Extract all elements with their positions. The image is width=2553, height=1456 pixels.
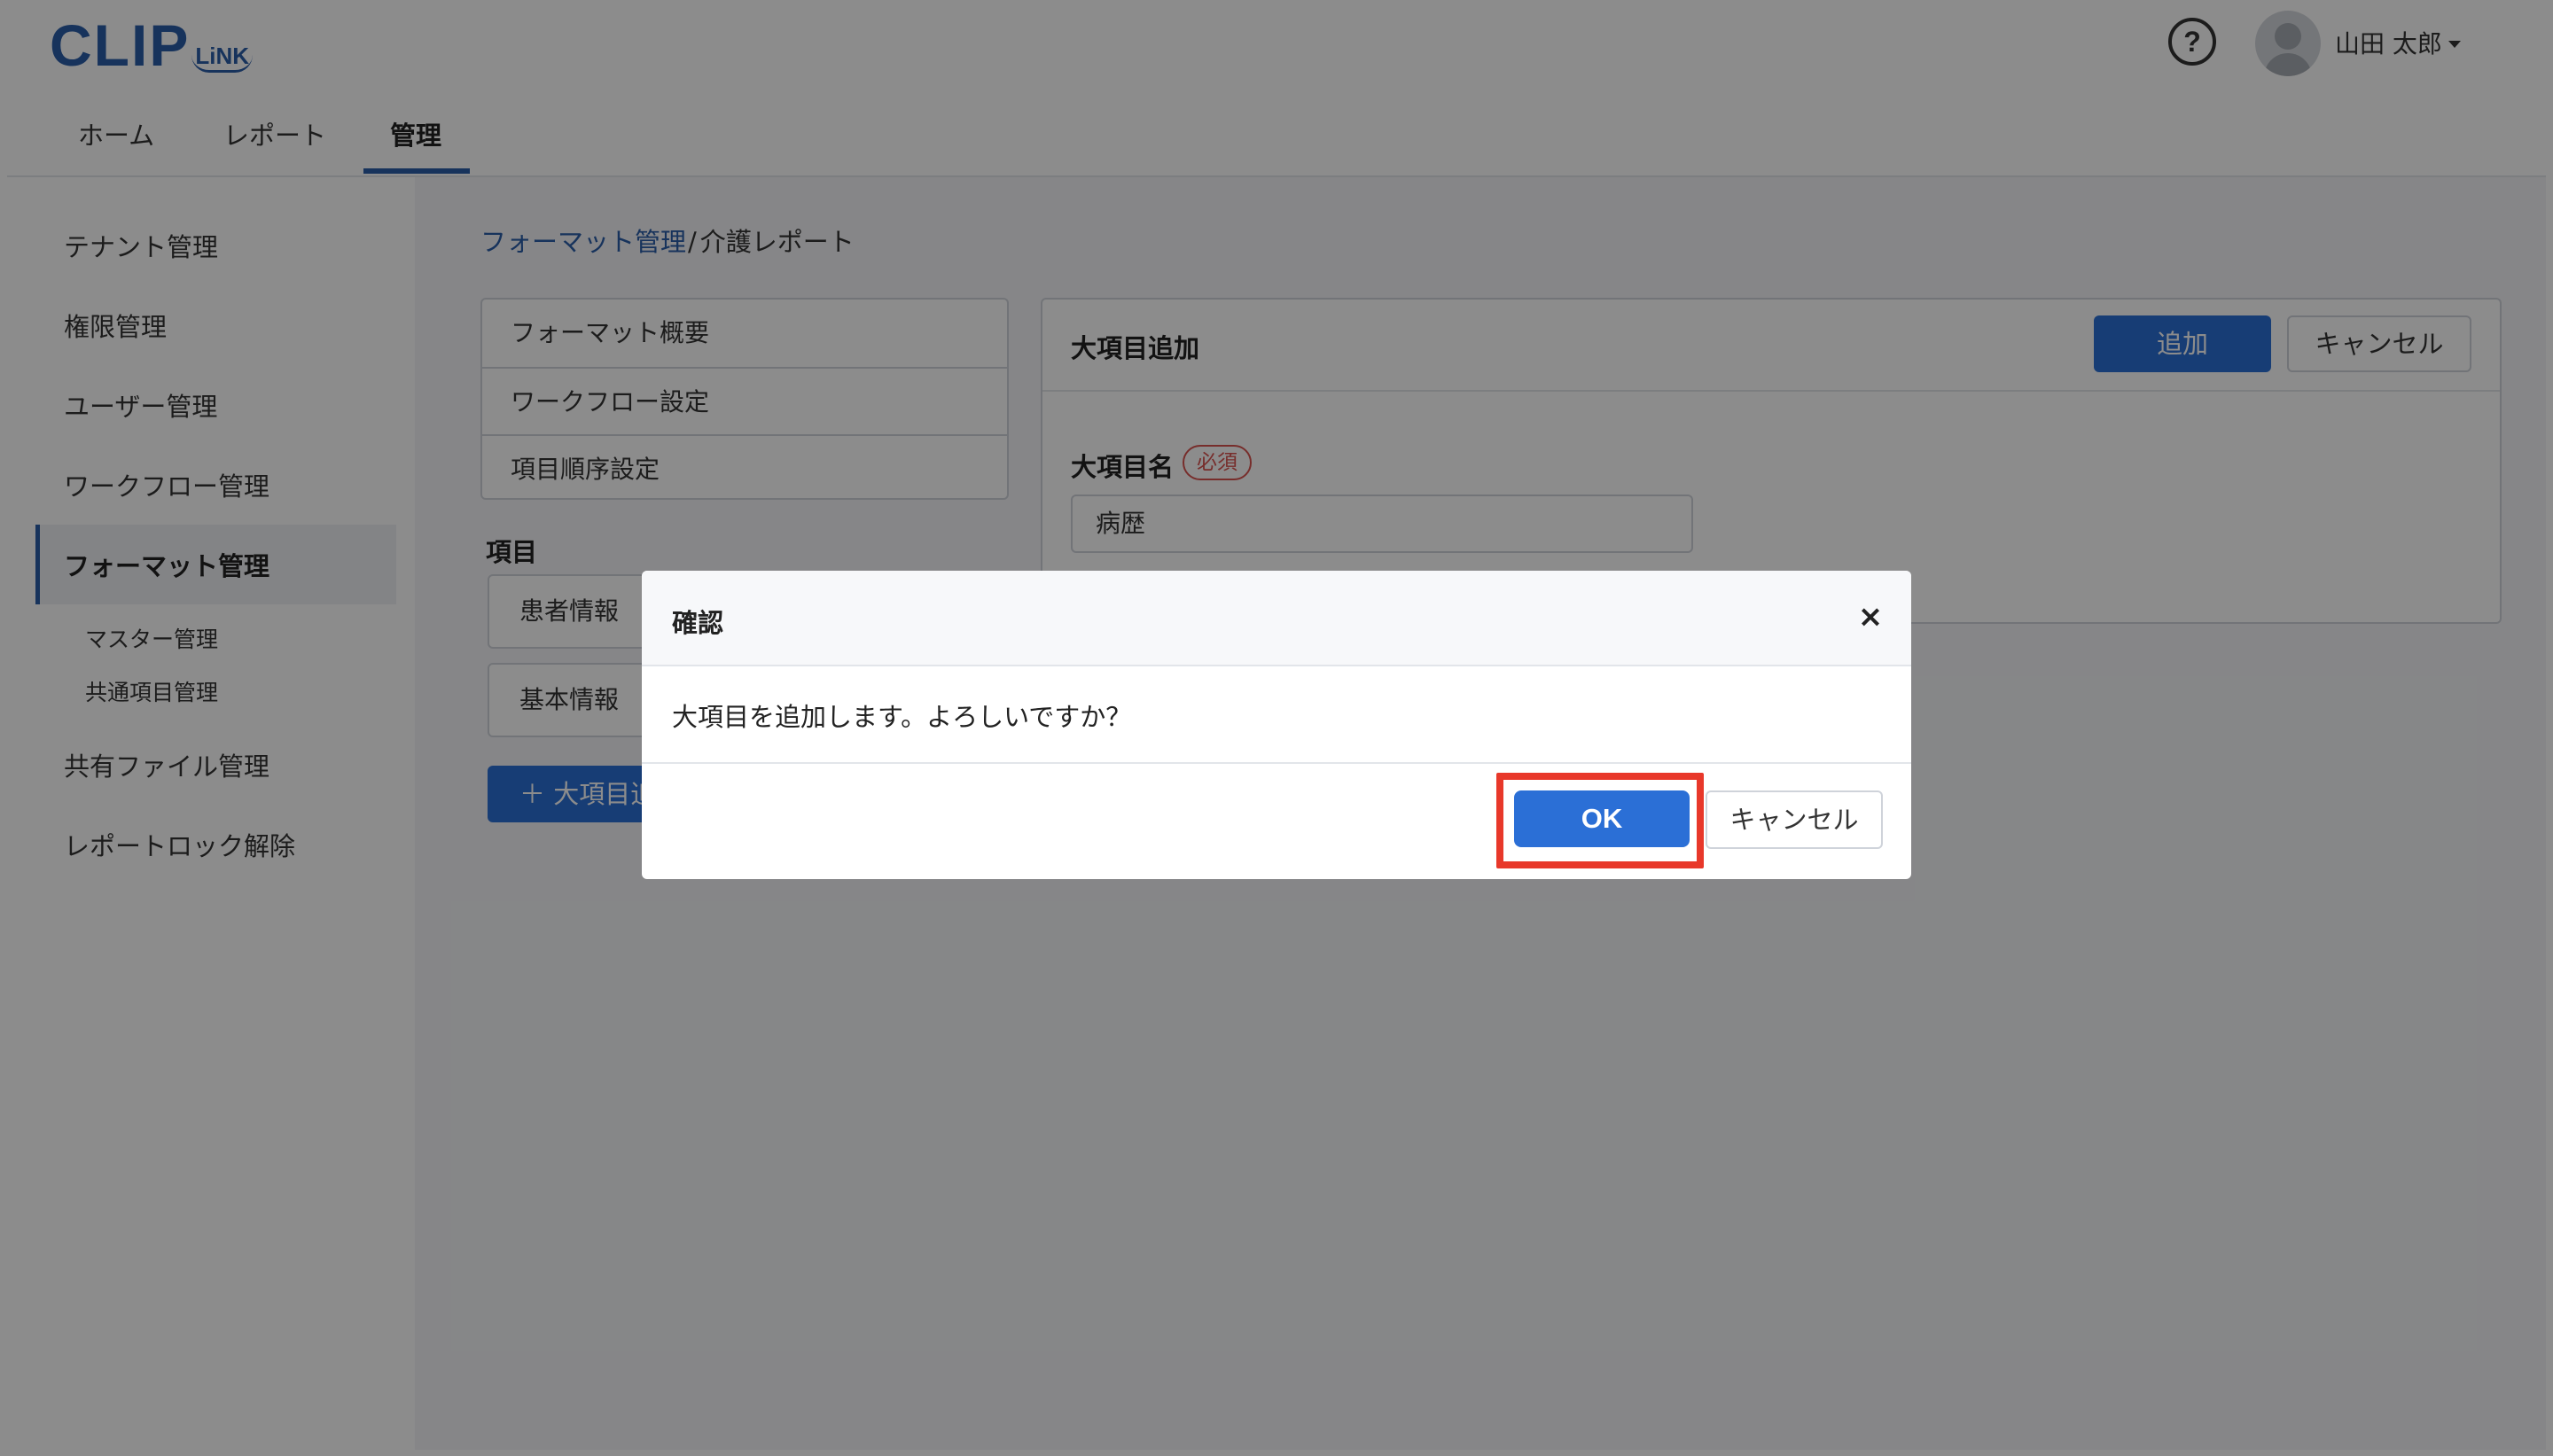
dialog-header: 確認 × — [642, 571, 1911, 666]
modal-backdrop[interactable]: 確認 × 大項目を追加します。よろしいですか？ OK キャンセル — [0, 0, 2553, 1456]
ok-button[interactable]: OK — [1514, 790, 1690, 847]
confirm-dialog: 確認 × 大項目を追加します。よろしいですか？ OK キャンセル — [642, 571, 1911, 879]
dialog-message: 大項目を追加します。よろしいですか？ — [672, 702, 1132, 732]
dialog-title: 確認 — [672, 608, 724, 638]
dialog-body: 大項目を追加します。よろしいですか？ — [642, 666, 1911, 764]
dialog-cancel-button[interactable]: キャンセル — [1706, 790, 1883, 849]
close-icon[interactable]: × — [1851, 597, 1890, 636]
